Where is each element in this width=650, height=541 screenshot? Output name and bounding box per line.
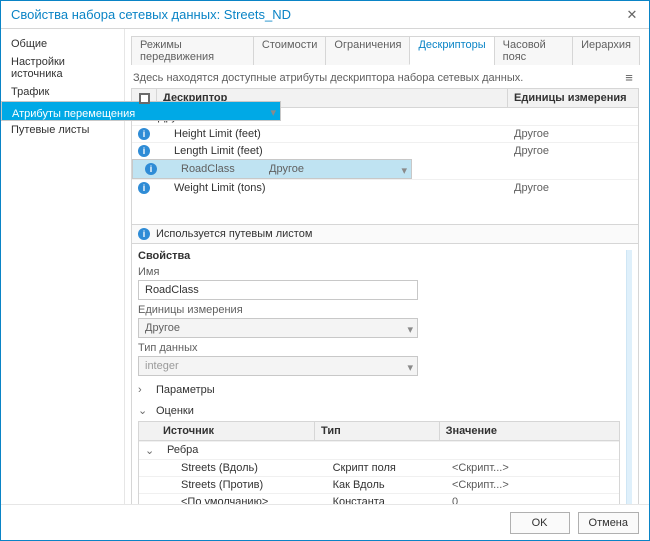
row-units: Другое bbox=[508, 143, 638, 159]
col-type[interactable]: Тип bbox=[315, 422, 440, 440]
tab-restrictions[interactable]: Ограничения bbox=[325, 36, 410, 65]
info-icon: i bbox=[138, 145, 150, 157]
info-icon: i bbox=[138, 128, 150, 140]
row-name: Weight Limit (tons) bbox=[156, 180, 508, 196]
cancel-button[interactable]: Отмена bbox=[578, 512, 639, 534]
hint-row: Здесь находятся доступные атрибуты дескр… bbox=[131, 65, 639, 88]
tab-costs[interactable]: Стоимости bbox=[253, 36, 326, 65]
row-units: Другое bbox=[508, 126, 638, 142]
parameters-expander[interactable]: › Параметры bbox=[138, 384, 620, 396]
tabstrip: Режимы передвижения Стоимости Ограничени… bbox=[131, 35, 639, 65]
edge-row-default[interactable]: <По умолчанию> Константа 0 bbox=[139, 493, 619, 504]
properties-panel: Свойства Имя Единицы измерения Другое Ти… bbox=[131, 244, 639, 504]
sidebar-item-source-settings[interactable]: Настройки источника bbox=[1, 53, 124, 83]
edges-label: Ребра bbox=[157, 442, 317, 459]
tab-timezone[interactable]: Часовой пояс bbox=[494, 36, 574, 65]
edge-row-against[interactable]: Streets (Против) Как Вдоль <Скрипт...> bbox=[139, 476, 619, 493]
sidebar-item-general[interactable]: Общие bbox=[1, 35, 124, 53]
properties-title: Свойства bbox=[138, 250, 620, 262]
row-weight-limit[interactable]: i Weight Limit (tons) Другое bbox=[132, 179, 638, 196]
row-roadclass[interactable]: i RoadClass Другое bbox=[132, 159, 412, 179]
column-units[interactable]: Единицы измерения bbox=[508, 89, 638, 107]
hamburger-icon[interactable]: ≡ bbox=[621, 71, 637, 84]
titlebar: Свойства набора сетевых данных: Streets_… bbox=[1, 1, 649, 29]
col-value[interactable]: Значение bbox=[440, 422, 619, 440]
name-input[interactable] bbox=[138, 280, 418, 300]
info-icon: i bbox=[138, 228, 150, 240]
col-source[interactable]: Источник bbox=[157, 422, 315, 440]
used-by-label: Используется путевым листом bbox=[156, 228, 312, 240]
dialog: Свойства набора сетевых данных: Streets_… bbox=[0, 0, 650, 541]
row-name: RoadClass bbox=[163, 158, 263, 180]
chevron-right-icon: › bbox=[138, 384, 150, 396]
evaluators-expander[interactable]: ⌄ Оценки bbox=[138, 404, 620, 417]
sidebar-item-traffic[interactable]: Трафик bbox=[1, 83, 124, 101]
sidebar-item-travel-attributes[interactable]: Атрибуты перемещения bbox=[1, 101, 281, 121]
row-name: Length Limit (feet) bbox=[156, 143, 508, 159]
chevron-down-icon: ⌄ bbox=[138, 404, 150, 417]
sidebar-item-directions[interactable]: Путевые листы bbox=[1, 121, 124, 139]
row-units: Другое bbox=[263, 158, 393, 180]
info-icon: i bbox=[138, 182, 150, 194]
evaluators-label: Оценки bbox=[156, 405, 194, 417]
grid-body: ⌄ Другое i Height Limit (feet) Другое i … bbox=[132, 108, 638, 224]
hint-text: Здесь находятся доступные атрибуты дескр… bbox=[133, 72, 621, 84]
row-height-limit[interactable]: i Height Limit (feet) Другое bbox=[132, 125, 638, 142]
ok-button[interactable]: OK bbox=[510, 512, 570, 534]
dialog-body: Общие Настройки источника Трафик Атрибут… bbox=[1, 29, 649, 504]
group-edges[interactable]: ⌄ Ребра bbox=[139, 441, 619, 459]
chevron-down-icon: ⌄ bbox=[139, 442, 157, 459]
checkbox-icon bbox=[139, 93, 150, 104]
parameters-label: Параметры bbox=[156, 384, 215, 396]
row-units: Другое bbox=[508, 180, 638, 196]
edge-row-along[interactable]: Streets (Вдоль) Скрипт поля <Скрипт...> bbox=[139, 459, 619, 476]
row-length-limit[interactable]: i Length Limit (feet) Другое bbox=[132, 142, 638, 159]
close-icon[interactable]: ✕ bbox=[625, 7, 639, 23]
evaluators-header: Источник Тип Значение bbox=[139, 422, 619, 441]
dialog-footer: OK Отмена bbox=[1, 504, 649, 540]
units-select[interactable]: Другое bbox=[138, 318, 418, 338]
sidebar: Общие Настройки источника Трафик Атрибут… bbox=[1, 29, 125, 504]
dialog-title: Свойства набора сетевых данных: Streets_… bbox=[11, 7, 625, 22]
tab-descriptors[interactable]: Дескрипторы bbox=[409, 36, 494, 65]
scroll-indicator[interactable] bbox=[626, 250, 632, 504]
tab-travel-modes[interactable]: Режимы передвижения bbox=[131, 36, 254, 65]
name-label: Имя bbox=[138, 266, 620, 278]
row-name: Height Limit (feet) bbox=[156, 126, 508, 142]
units-label: Единицы измерения bbox=[138, 304, 620, 316]
datatype-label: Тип данных bbox=[138, 342, 620, 354]
tab-hierarchy[interactable]: Иерархия bbox=[572, 36, 640, 65]
info-icon: i bbox=[145, 163, 157, 175]
evaluators-grid: Источник Тип Значение ⌄ Ребра Streets (В… bbox=[138, 421, 620, 504]
used-by-directions: i Используется путевым листом bbox=[131, 225, 639, 244]
datatype-select[interactable]: integer bbox=[138, 356, 418, 376]
